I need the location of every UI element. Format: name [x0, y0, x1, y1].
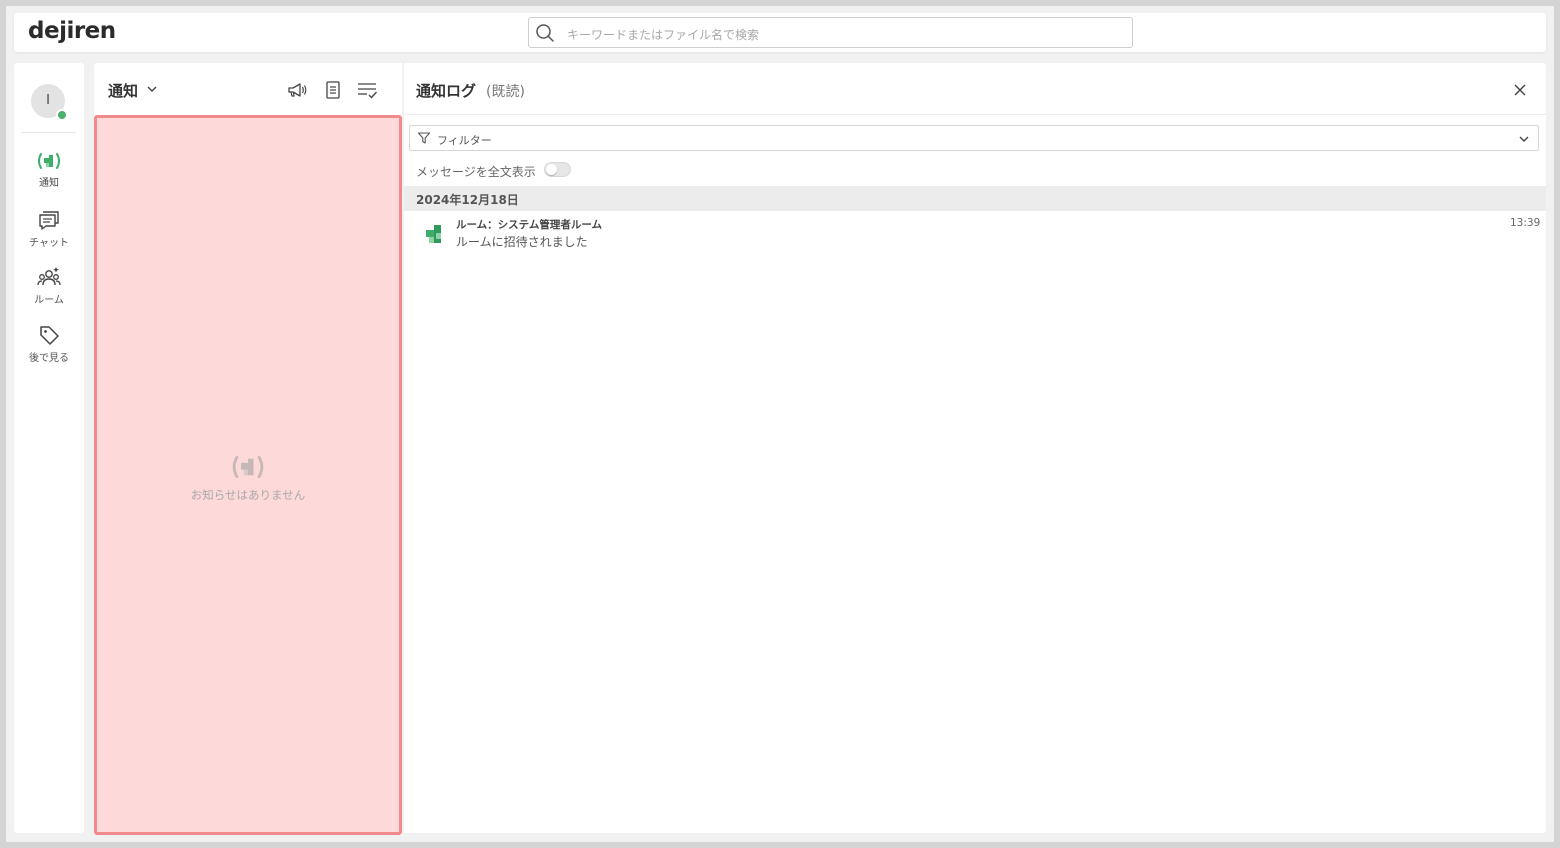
log-subtitle: (既読)	[486, 84, 525, 100]
search-input[interactable]: キーワードまたはファイル名で検索	[528, 17, 1133, 48]
fulltext-label: メッセージを全文表示	[416, 165, 536, 179]
online-status-dot	[56, 109, 68, 121]
left-nav: I 通知 チャット ルーム 後で見る	[14, 63, 84, 833]
log-title: 通知ログ	[416, 82, 477, 100]
nav-label-notifications: 通知	[39, 178, 59, 189]
nav-item-notifications[interactable]: 通知	[14, 151, 84, 189]
search-placeholder: キーワードまたはファイル名で検索	[567, 28, 760, 42]
chevron-down-icon	[1519, 136, 1529, 142]
date-group-header: 2024年12月18日	[404, 186, 1546, 211]
chevron-down-icon[interactable]	[146, 83, 158, 95]
nav-item-watch-later[interactable]: 後で見る	[14, 324, 84, 364]
document-list-icon[interactable]	[322, 79, 344, 101]
nav-label-rooms: ルーム	[34, 295, 64, 306]
close-icon[interactable]	[1509, 79, 1531, 101]
toggle-knob	[546, 164, 557, 175]
tag-icon	[40, 326, 59, 345]
filter-label: フィルター	[437, 134, 492, 147]
nav-item-rooms[interactable]: ルーム	[14, 266, 84, 306]
notifications-panel: 通知 お知らせはありません	[94, 63, 402, 835]
notifications-empty-state: お知らせはありません	[94, 115, 402, 835]
nav-divider	[22, 132, 76, 133]
log-item-time: 13:39	[1510, 217, 1541, 229]
log-list-item[interactable]: ルーム：システム管理者ルーム ルームに招待されました 13:39	[404, 213, 1546, 253]
chat-icon	[39, 211, 59, 230]
fulltext-toggle[interactable]	[544, 162, 571, 177]
filter-icon	[417, 132, 431, 144]
megaphone-icon[interactable]	[286, 79, 308, 101]
nav-label-chat: チャット	[29, 238, 69, 249]
notification-broadcast-icon	[38, 153, 60, 169]
nav-label-watch-later: 後で見る	[29, 353, 69, 364]
notification-log-panel: 通知ログ (既読) フィルター メッセージを全文表示 2024年12月18日 ル…	[404, 63, 1546, 833]
notifications-title-dropdown[interactable]: 通知	[108, 80, 138, 101]
nav-item-chat[interactable]: チャット	[14, 209, 84, 249]
notifications-header: 通知	[94, 63, 402, 115]
notification-broadcast-icon	[232, 455, 264, 479]
app-logo[interactable]: dejiren	[28, 18, 116, 44]
mark-all-read-icon[interactable]	[356, 79, 378, 101]
date-group-label: 2024年12月18日	[416, 193, 519, 207]
log-item-room: ルーム：システム管理者ルーム	[456, 219, 603, 231]
empty-message: お知らせはありません	[190, 488, 306, 502]
top-bar: dejiren キーワードまたはファイル名で検索	[14, 13, 1546, 52]
log-header: 通知ログ (既読)	[404, 63, 1546, 115]
log-item-message: ルームに招待されました	[456, 235, 588, 249]
dejiren-app-icon	[426, 225, 441, 243]
search-icon	[536, 24, 554, 42]
room-group-icon	[37, 267, 61, 286]
filter-dropdown[interactable]: フィルター	[409, 125, 1539, 151]
